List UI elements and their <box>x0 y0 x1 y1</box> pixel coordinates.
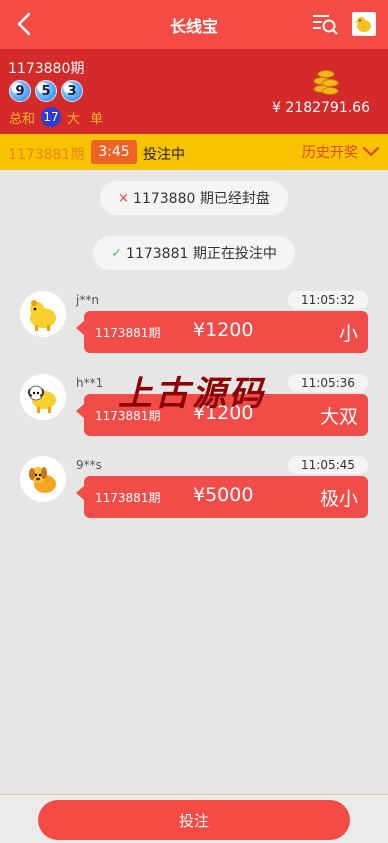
place-bet-button[interactable]: 投注 <box>38 800 350 840</box>
draw-ball: 3 <box>61 80 83 102</box>
bet-type: 极小 <box>319 488 358 510</box>
account-balance: ¥ 2182791.66 <box>272 100 370 116</box>
watermark-text: 上古源码 <box>118 374 266 414</box>
current-round-bar: 1173881期 3:45 投注中 历史开奖 <box>0 134 388 170</box>
last-draw-panel: 1173880期 9 5 3 总和 17 大 单 ¥ 2182791.66 <box>0 49 388 134</box>
bet-username: j**n <box>76 293 99 307</box>
search-list-button[interactable] <box>312 11 338 37</box>
ram-avatar-icon <box>27 385 56 413</box>
top-header: 长线宝 <box>0 0 388 49</box>
sum-value: 17 <box>41 107 62 127</box>
bet-message: j**n 11:05:32 1173881期 ¥1200 小 <box>0 291 388 363</box>
chick-icon <box>355 17 371 32</box>
last-draw-issue: 1173880期 <box>8 61 85 77</box>
size-result: 大 <box>67 111 81 127</box>
user-avatar-button[interactable] <box>352 12 376 36</box>
coins-icon <box>313 70 339 95</box>
bet-username: h**1 <box>76 376 104 390</box>
sum-label: 总和 <box>9 111 36 127</box>
system-message-text: 1173881 期正在投注中 <box>126 246 277 262</box>
bet-type: 大双 <box>319 406 358 428</box>
close-mark-icon: × <box>118 190 130 206</box>
check-icon: ✓ <box>111 245 123 261</box>
avatar[interactable] <box>20 374 66 420</box>
bet-bubble[interactable]: 1173881期 ¥1200 小 <box>76 311 368 353</box>
system-message-closed: × 1173880 期已经封盘 <box>100 181 288 215</box>
sum-row: 总和 17 大 单 <box>9 107 103 127</box>
bet-amount: ¥5000 <box>193 484 254 506</box>
history-draws-label: 历史开奖 <box>302 145 358 161</box>
sheep-avatar-icon <box>30 300 56 331</box>
bet-type: 小 <box>338 323 358 345</box>
draw-ball: 9 <box>9 80 31 102</box>
bet-amount: ¥1200 <box>193 319 254 341</box>
bottom-bar: 投注 <box>0 794 388 843</box>
odd-even-result: 单 <box>90 111 104 127</box>
dog-avatar-icon <box>29 467 56 493</box>
draw-balls: 9 5 3 <box>9 80 83 102</box>
bet-time: 11:05:36 <box>288 374 368 392</box>
system-message-text: 1173880 期已经封盘 <box>133 191 270 207</box>
countdown-timer: 3:45 <box>91 140 137 164</box>
avatar[interactable] <box>20 456 66 502</box>
bet-issue: 1173881期 <box>95 326 161 340</box>
bet-time: 11:05:32 <box>288 291 368 309</box>
bet-bubble[interactable]: 1173881期 ¥5000 极小 <box>76 476 368 518</box>
bet-username: 9**s <box>76 458 102 472</box>
draw-ball: 5 <box>35 80 57 102</box>
bet-message: 9**s 11:05:45 1173881期 ¥5000 极小 <box>0 456 388 528</box>
current-issue: 1173881期 <box>8 147 85 163</box>
avatar[interactable] <box>20 291 66 337</box>
bet-time: 11:05:45 <box>288 456 368 474</box>
history-draws-button[interactable]: 历史开奖 <box>302 142 380 162</box>
system-message-open: ✓ 1173881 期正在投注中 <box>93 236 295 270</box>
bet-issue: 1173881期 <box>95 491 161 505</box>
betting-state: 投注中 <box>143 147 185 163</box>
list-search-icon <box>313 15 338 35</box>
chevron-down-icon <box>362 146 380 157</box>
